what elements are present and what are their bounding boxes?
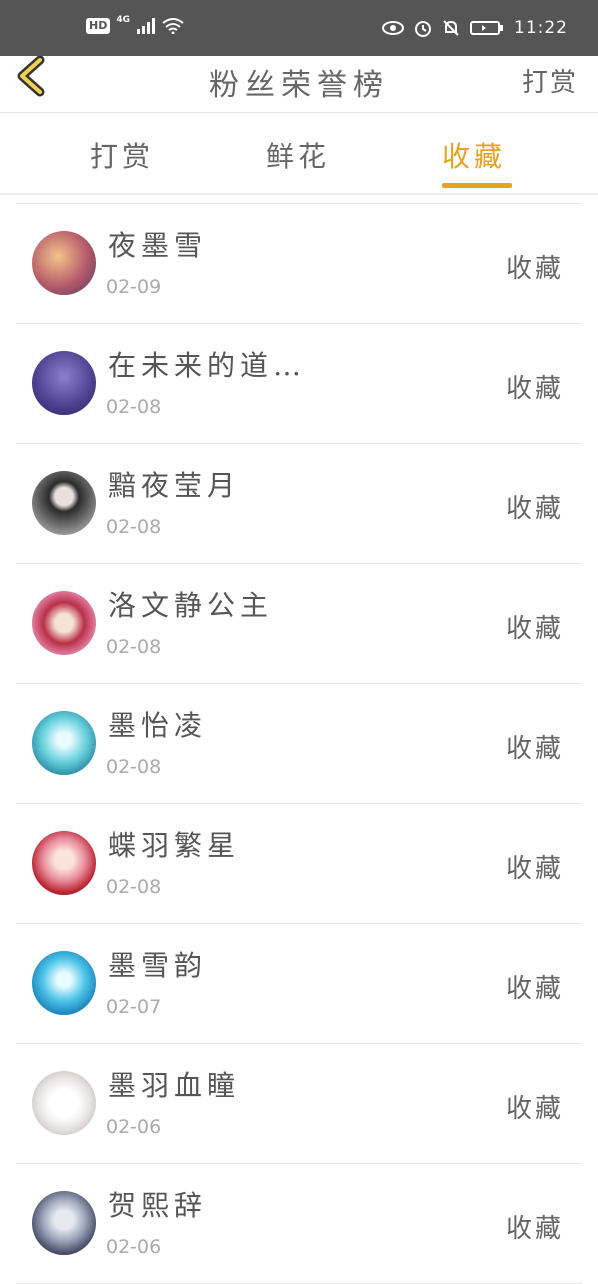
fan-name: 黯夜莹月 bbox=[108, 469, 241, 502]
avatar bbox=[32, 831, 96, 895]
list-item[interactable]: 墨怡凌 02-08 收藏 bbox=[16, 684, 582, 804]
fan-date: 02-09 bbox=[106, 276, 162, 298]
fan-date: 02-08 bbox=[106, 876, 162, 898]
action-label: 收藏 bbox=[505, 614, 564, 644]
status-left: HD 4G bbox=[86, 15, 184, 34]
fan-date: 02-07 bbox=[106, 996, 162, 1018]
tip-button[interactable]: 打赏 bbox=[522, 62, 578, 99]
list-item[interactable]: 夜墨雪 02-09 收藏 bbox=[16, 204, 582, 324]
action-label: 收藏 bbox=[505, 1094, 564, 1124]
avatar bbox=[32, 231, 96, 295]
list-item[interactable]: 黯夜莹月 02-08 收藏 bbox=[16, 444, 582, 564]
fan-name: 在未来的道… bbox=[108, 349, 307, 382]
fan-name: 墨雪韵 bbox=[108, 949, 208, 982]
action-label: 收藏 bbox=[505, 374, 564, 404]
fan-date: 02-08 bbox=[106, 756, 162, 778]
action-label: 收藏 bbox=[505, 974, 564, 1004]
fan-date: 02-06 bbox=[106, 1236, 162, 1258]
avatar bbox=[32, 1191, 96, 1255]
divider bbox=[0, 193, 598, 195]
avatar bbox=[32, 951, 96, 1015]
action-label: 收藏 bbox=[505, 1214, 564, 1244]
avatar bbox=[32, 1071, 96, 1135]
navbar: 粉丝荣誉榜 打赏 bbox=[0, 55, 598, 112]
action-label: 收藏 bbox=[505, 254, 564, 284]
avatar bbox=[32, 351, 96, 415]
avatar bbox=[32, 471, 96, 535]
fan-name: 洛文静公主 bbox=[108, 589, 274, 622]
fan-name: 蝶羽繁星 bbox=[108, 829, 241, 862]
avatar bbox=[32, 711, 96, 775]
tab-flowers[interactable]: 鲜花 bbox=[266, 135, 330, 175]
network-type: 4G bbox=[116, 15, 130, 25]
action-label: 收藏 bbox=[505, 854, 564, 884]
tab-tips[interactable]: 打赏 bbox=[90, 135, 154, 175]
eye-icon bbox=[382, 21, 404, 35]
fan-date: 02-08 bbox=[106, 636, 162, 658]
tab-favorites[interactable]: 收藏 bbox=[442, 135, 506, 175]
tab-bar: 打赏 鲜花 收藏 bbox=[0, 113, 598, 193]
bell-off-icon bbox=[443, 20, 459, 36]
fan-date: 02-08 bbox=[106, 396, 162, 418]
fan-name: 夜墨雪 bbox=[108, 229, 208, 262]
list-item[interactable]: 在未来的道… 02-08 收藏 bbox=[16, 324, 582, 444]
wifi-icon bbox=[162, 18, 184, 34]
fan-name: 贺熙辞 bbox=[108, 1189, 208, 1222]
alarm-icon bbox=[415, 21, 431, 37]
battery-icon bbox=[470, 21, 503, 35]
fan-date: 02-06 bbox=[106, 1116, 162, 1138]
hd-badge: HD bbox=[86, 18, 111, 34]
page-title: 粉丝荣誉榜 bbox=[209, 68, 389, 103]
list-item[interactable]: 墨羽血瞳 02-06 收藏 bbox=[16, 1044, 582, 1164]
fan-date: 02-08 bbox=[106, 516, 162, 538]
status-bar: HD 4G 11:22 bbox=[0, 0, 598, 56]
action-label: 收藏 bbox=[505, 734, 564, 764]
list-item[interactable]: 贺熙辞 02-06 收藏 bbox=[16, 1164, 582, 1284]
signal-icon bbox=[137, 18, 155, 34]
status-right: 11:22 bbox=[382, 18, 568, 38]
active-tab-indicator bbox=[442, 183, 512, 188]
avatar bbox=[32, 591, 96, 655]
fan-name: 墨羽血瞳 bbox=[108, 1069, 241, 1102]
fan-name: 墨怡凌 bbox=[108, 709, 208, 742]
clock: 11:22 bbox=[514, 18, 568, 38]
list-item[interactable]: 蝶羽繁星 02-08 收藏 bbox=[16, 804, 582, 924]
list-item[interactable]: 墨雪韵 02-07 收藏 bbox=[16, 924, 582, 1044]
action-label: 收藏 bbox=[505, 494, 564, 524]
list-item[interactable]: 洛文静公主 02-08 收藏 bbox=[16, 564, 582, 684]
